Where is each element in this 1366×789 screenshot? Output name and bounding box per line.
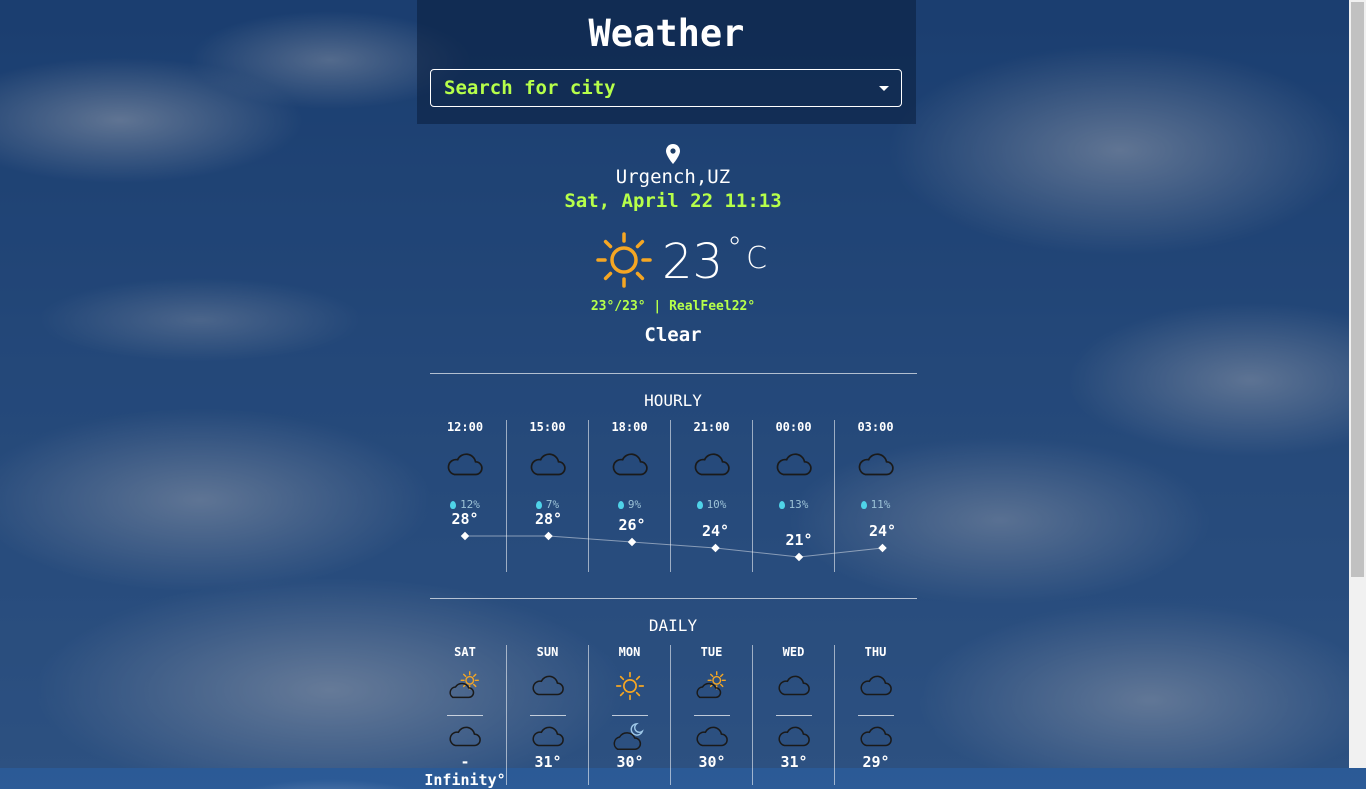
- scrollbar-thumb[interactable]: [1351, 2, 1364, 577]
- daily-item: SAT -Infinity°: [424, 645, 506, 789]
- daily-day: THU: [864, 645, 887, 659]
- temperature-point: [544, 531, 553, 541]
- cloud-icon: [753, 669, 834, 707]
- temperature-degree: °: [727, 231, 743, 266]
- hourly-temp-label: 28°: [534, 510, 563, 528]
- daily-temp: 30°: [616, 753, 644, 771]
- temperature-unit: C: [746, 241, 768, 276]
- divider: [775, 715, 812, 716]
- hourly-title: HOURLY: [644, 391, 702, 410]
- daily-title: DAILY: [648, 616, 698, 635]
- daily-forecast: SAT -Infinity° SUN 31° MON 30° TUE 30° WED 31° THU…: [424, 645, 916, 789]
- hourly-temp-label: 21°: [785, 531, 813, 549]
- current-temperature: 23 ° C: [596, 232, 767, 292]
- daily-item: SUN 31°: [506, 645, 588, 785]
- partly-sunny-icon: [424, 669, 506, 707]
- header: Weather Search for city: [417, 0, 916, 124]
- hourly-time: 12:00: [446, 420, 484, 434]
- daily-day: WED: [782, 645, 805, 659]
- temperature-point: [878, 543, 887, 553]
- hourly-temp-label: 24°: [868, 522, 897, 540]
- current-datetime: Sat, April 22 11:13: [564, 190, 782, 212]
- daily-item: MON 30°: [588, 645, 670, 785]
- divider: [529, 715, 566, 716]
- daily-temp: 30°: [698, 753, 726, 771]
- hourly-temperature-graph: [460, 531, 887, 562]
- daily-day: MON: [618, 645, 641, 659]
- hourly-time: 00:00: [775, 420, 812, 434]
- hourly-time: 18:00: [611, 420, 648, 434]
- temperature-value: 23: [662, 234, 724, 290]
- divider: [857, 715, 894, 716]
- cloud-icon: [753, 446, 834, 488]
- hourly-temp-label: 24°: [701, 522, 730, 540]
- hourly-temp-label: 28°: [451, 510, 479, 528]
- hourly-time: 15:00: [529, 420, 566, 434]
- cloud-icon: [835, 669, 916, 707]
- min-max-realfeel: 23°/23° | RealFeel22°: [590, 299, 756, 314]
- city-search-select[interactable]: Search for city: [430, 69, 902, 107]
- daily-day: SAT: [454, 645, 476, 659]
- daily-temp: -Infinity°: [424, 753, 506, 789]
- cloud-icon: [589, 446, 670, 488]
- hourly-time: 03:00: [857, 420, 894, 434]
- temperature-line: [465, 535, 883, 558]
- temperature-point: [711, 543, 720, 553]
- location-pin-icon: [666, 144, 680, 164]
- temperature-point: [627, 537, 637, 547]
- divider: [430, 373, 917, 374]
- cloud-icon: [507, 446, 588, 488]
- search-placeholder: Search for city: [444, 77, 616, 99]
- cloud-icon: [424, 446, 506, 488]
- daily-temp: 31°: [780, 753, 808, 771]
- hourly-temp-label: 26°: [618, 516, 646, 534]
- app-title: Weather: [588, 12, 745, 55]
- divider: [447, 715, 483, 716]
- daily-temp: 29°: [862, 753, 890, 771]
- sun-icon: [589, 669, 670, 707]
- cloud-icon: [671, 446, 752, 488]
- temperature-point: [460, 531, 470, 541]
- daily-day: SUN: [536, 645, 559, 659]
- scrollbar[interactable]: [1349, 0, 1366, 768]
- daily-item: TUE 30°: [670, 645, 752, 785]
- daily-item: WED 31°: [752, 645, 834, 785]
- chevron-down-icon[interactable]: [879, 85, 889, 91]
- daily-item: THU 29°: [834, 645, 916, 785]
- divider: [611, 715, 648, 716]
- sun-icon: [596, 232, 652, 288]
- divider: [430, 598, 917, 599]
- location-name: Urgench,UZ: [615, 166, 731, 188]
- temperature-point: [794, 552, 804, 562]
- cloud-icon: [835, 446, 916, 488]
- hourly-time: 21:00: [693, 420, 730, 434]
- weather-condition: Clear: [644, 324, 702, 346]
- divider: [693, 715, 730, 716]
- daily-day: TUE: [700, 645, 723, 659]
- cloud-icon: [507, 669, 588, 707]
- partly-sunny-icon: [671, 669, 752, 707]
- daily-temp: 31°: [534, 753, 562, 771]
